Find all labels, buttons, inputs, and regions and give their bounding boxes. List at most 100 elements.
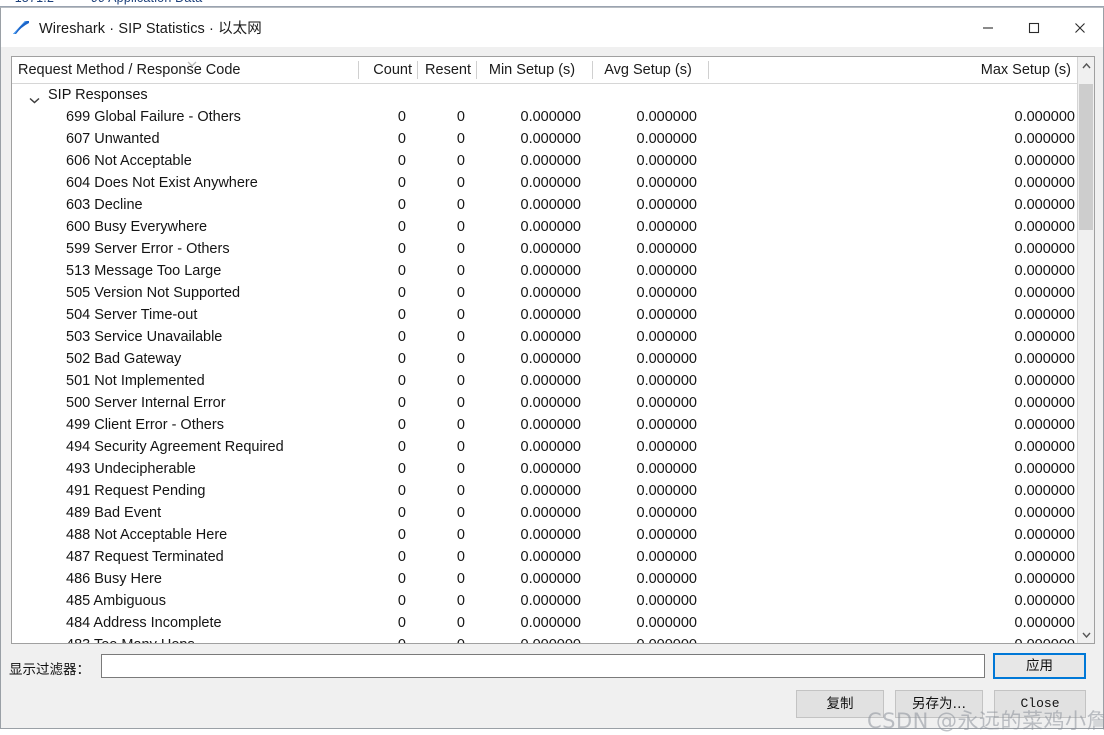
minimize-button[interactable]	[965, 8, 1011, 47]
cell-max-setup: 0.000000	[1014, 615, 1075, 631]
cell-label: 488 Not Acceptable Here	[66, 527, 228, 543]
table-row[interactable]: 493 Undecipherable 0 0 0.000000 0.000000 0.00…	[12, 458, 1077, 480]
cell-min-setup: 0.000000	[520, 505, 581, 521]
table-row[interactable]: 502 Bad Gateway 0 0 0.000000 0.000000 0.00000…	[12, 348, 1077, 370]
table-row[interactable]: 491 Request Pending 0 0 0.000000 0.000000 0.0…	[12, 480, 1077, 502]
table-row[interactable]: 494 Security Agreement Required 0 0 0.00000…	[12, 436, 1077, 458]
maximize-button[interactable]	[1011, 8, 1057, 47]
cell-min-setup	[471, 84, 581, 106]
column-header-resent[interactable]: Resent	[418, 57, 471, 83]
cell-avg-setup: 0.000000	[636, 593, 697, 609]
cell-max-setup: 0.000000	[1014, 175, 1075, 191]
cell-max-setup: 0.000000	[1014, 549, 1075, 565]
cell-max-setup: 0.000000	[1014, 571, 1075, 587]
cell-label: 699 Global Failure - Others	[66, 109, 241, 125]
table-row[interactable]: 501 Not Implemented 0 0 0.000000 0.000000 0.0…	[12, 370, 1077, 392]
table-row[interactable]: 513 Message Too Large 0 0 0.000000 0.000000 0…	[12, 260, 1077, 282]
cell-count: 0	[397, 593, 406, 609]
scroll-down-button[interactable]	[1078, 626, 1094, 643]
cell-resent: 0	[456, 329, 465, 345]
cell-max-setup: 0.000000	[1014, 483, 1075, 499]
cell-count: 0	[397, 285, 406, 301]
table-row[interactable]: 505 Version Not Supported 0 0 0.000000 0.000…	[12, 282, 1077, 304]
column-header-request-method[interactable]: Request Method / Response Code	[18, 57, 348, 83]
cell-avg-setup: 0.000000	[636, 263, 697, 279]
cell-count: 0	[397, 505, 406, 521]
cell-label: 505 Version Not Supported	[66, 285, 241, 301]
cell-count: 0	[353, 634, 406, 643]
column-header-min-setup[interactable]: Min Setup (s)	[477, 57, 587, 83]
table-row[interactable]: 499 Client Error - Others 0 0 0.000000 0.000…	[12, 414, 1077, 436]
cell-min-setup: 0.000000	[520, 395, 581, 411]
display-filter-input[interactable]	[101, 654, 985, 678]
apply-filter-button[interactable]: 应用	[993, 653, 1086, 679]
table-row[interactable]: 504 Server Time-out 0 0 0.000000 0.000000 0.0…	[12, 304, 1077, 326]
cell-label: 607 Unwanted	[66, 131, 160, 147]
cell-max-setup: 0.000000	[1014, 351, 1075, 367]
cell-resent: 0	[456, 175, 465, 191]
table-row[interactable]: 503 Service Unavailable 0 0 0.000000 0.00000…	[12, 326, 1077, 348]
close-button[interactable]	[1057, 8, 1103, 47]
cell-count	[353, 84, 406, 106]
cell-label: 499 Client Error - Others	[66, 417, 224, 433]
cell-max-setup: 0.000000	[1014, 527, 1075, 543]
cell-avg-setup: 0.000000	[636, 461, 697, 477]
vertical-scrollbar[interactable]	[1077, 57, 1094, 643]
close-dialog-button[interactable]: Close	[994, 690, 1086, 718]
cell-avg-setup: 0.000000	[636, 131, 697, 147]
save-as-button[interactable]: 另存为…	[895, 690, 983, 718]
column-header-avg-setup[interactable]: Avg Setup (s)	[593, 57, 703, 83]
cell-resent: 0	[456, 307, 465, 323]
cell-label: 513 Message Too Large	[66, 263, 222, 279]
table-row[interactable]: 484 Address Incomplete 0 0 0.000000 0.000000…	[12, 612, 1077, 634]
cell-count: 0	[397, 351, 406, 367]
table-row[interactable]: 603 Decline 0 0 0.000000 0.000000 0.000000	[12, 194, 1077, 216]
cell-label: 489 Bad Event	[66, 505, 162, 521]
cell-resent: 0	[456, 549, 465, 565]
column-header-max-setup[interactable]: Max Setup (s)	[902, 57, 1071, 83]
table-row[interactable]: 606 Not Acceptable 0 0 0.000000 0.000000 0.00…	[12, 150, 1077, 172]
table-row[interactable]: 599 Server Error - Others 0 0 0.000000 0.000…	[12, 238, 1077, 260]
cell-avg-setup: 0.000000	[636, 373, 697, 389]
cell-min-setup: 0.000000	[520, 241, 581, 257]
cell-resent: 0	[456, 461, 465, 477]
cell-max-setup: 0.000000	[1014, 505, 1075, 521]
cell-label: 603 Decline	[66, 197, 143, 213]
cell-resent: 0	[456, 219, 465, 235]
scrollbar-thumb[interactable]	[1079, 84, 1093, 230]
cell-min-setup: 0.000000	[520, 571, 581, 587]
cell-count: 0	[397, 373, 406, 389]
table-row[interactable]: 604 Does Not Exist Anywhere 0 0 0.000000 0.0…	[12, 172, 1077, 194]
cell-min-setup: 0.000000	[520, 175, 581, 191]
display-filter-label: 显示过滤器：	[9, 662, 90, 678]
cell-min-setup: 0.000000	[520, 329, 581, 345]
cell-avg-setup: 0.000000	[636, 571, 697, 587]
cell-avg-setup: 0.000000	[636, 197, 697, 213]
cell-avg-setup: 0.000000	[636, 285, 697, 301]
table-row[interactable]: 489 Bad Event 0 0 0.000000 0.000000 0.000000	[12, 502, 1077, 524]
table-row[interactable]: 483 Too Many Hops 00 0.000000 0.000000 0.000…	[12, 634, 1077, 643]
sort-indicator-icon	[186, 57, 198, 67]
cell-resent: 0	[456, 109, 465, 125]
table-row[interactable]: 486 Busy Here 0 0 0.000000 0.000000 0.000000	[12, 568, 1077, 590]
cell-max-setup: 0.000000	[1014, 461, 1075, 477]
cell-min-setup: 0.000000	[520, 593, 581, 609]
table-row[interactable]: 600 Busy Everywhere 0 0 0.000000 0.000000 0.0…	[12, 216, 1077, 238]
cell-avg-setup: 0.000000	[636, 439, 697, 455]
cell-label: 486 Busy Here	[66, 571, 162, 587]
table-row[interactable]: 500 Server Internal Error 0 0 0.000000 0.000…	[12, 392, 1077, 414]
copy-button[interactable]: 复制	[796, 690, 884, 718]
table-row[interactable]: 607 Unwanted 0 0 0.000000 0.000000 0.000000	[12, 128, 1077, 150]
scroll-up-button[interactable]	[1078, 57, 1094, 74]
cell-resent: 0	[456, 395, 465, 411]
table-row[interactable]: 488 Not Acceptable Here 0 0 0.000000 0.00000…	[12, 524, 1077, 546]
table-row[interactable]: 487 Request Terminated 0 0 0.000000 0.000000…	[12, 546, 1077, 568]
table-row[interactable]: 699 Global Failure - Others 0 0 0.000000 0.0…	[12, 106, 1077, 128]
table-group-row[interactable]: SIP Responses	[12, 84, 1077, 106]
cell-avg-setup: 0.000000	[636, 351, 697, 367]
cell-resent: 0	[456, 263, 465, 279]
cell-avg-setup: 0.000000	[587, 634, 697, 643]
table-row[interactable]: 485 Ambiguous 0 0 0.000000 0.000000 0.000000	[12, 590, 1077, 612]
column-header-count[interactable]: Count	[359, 57, 412, 83]
cell-avg-setup: 0.000000	[636, 219, 697, 235]
